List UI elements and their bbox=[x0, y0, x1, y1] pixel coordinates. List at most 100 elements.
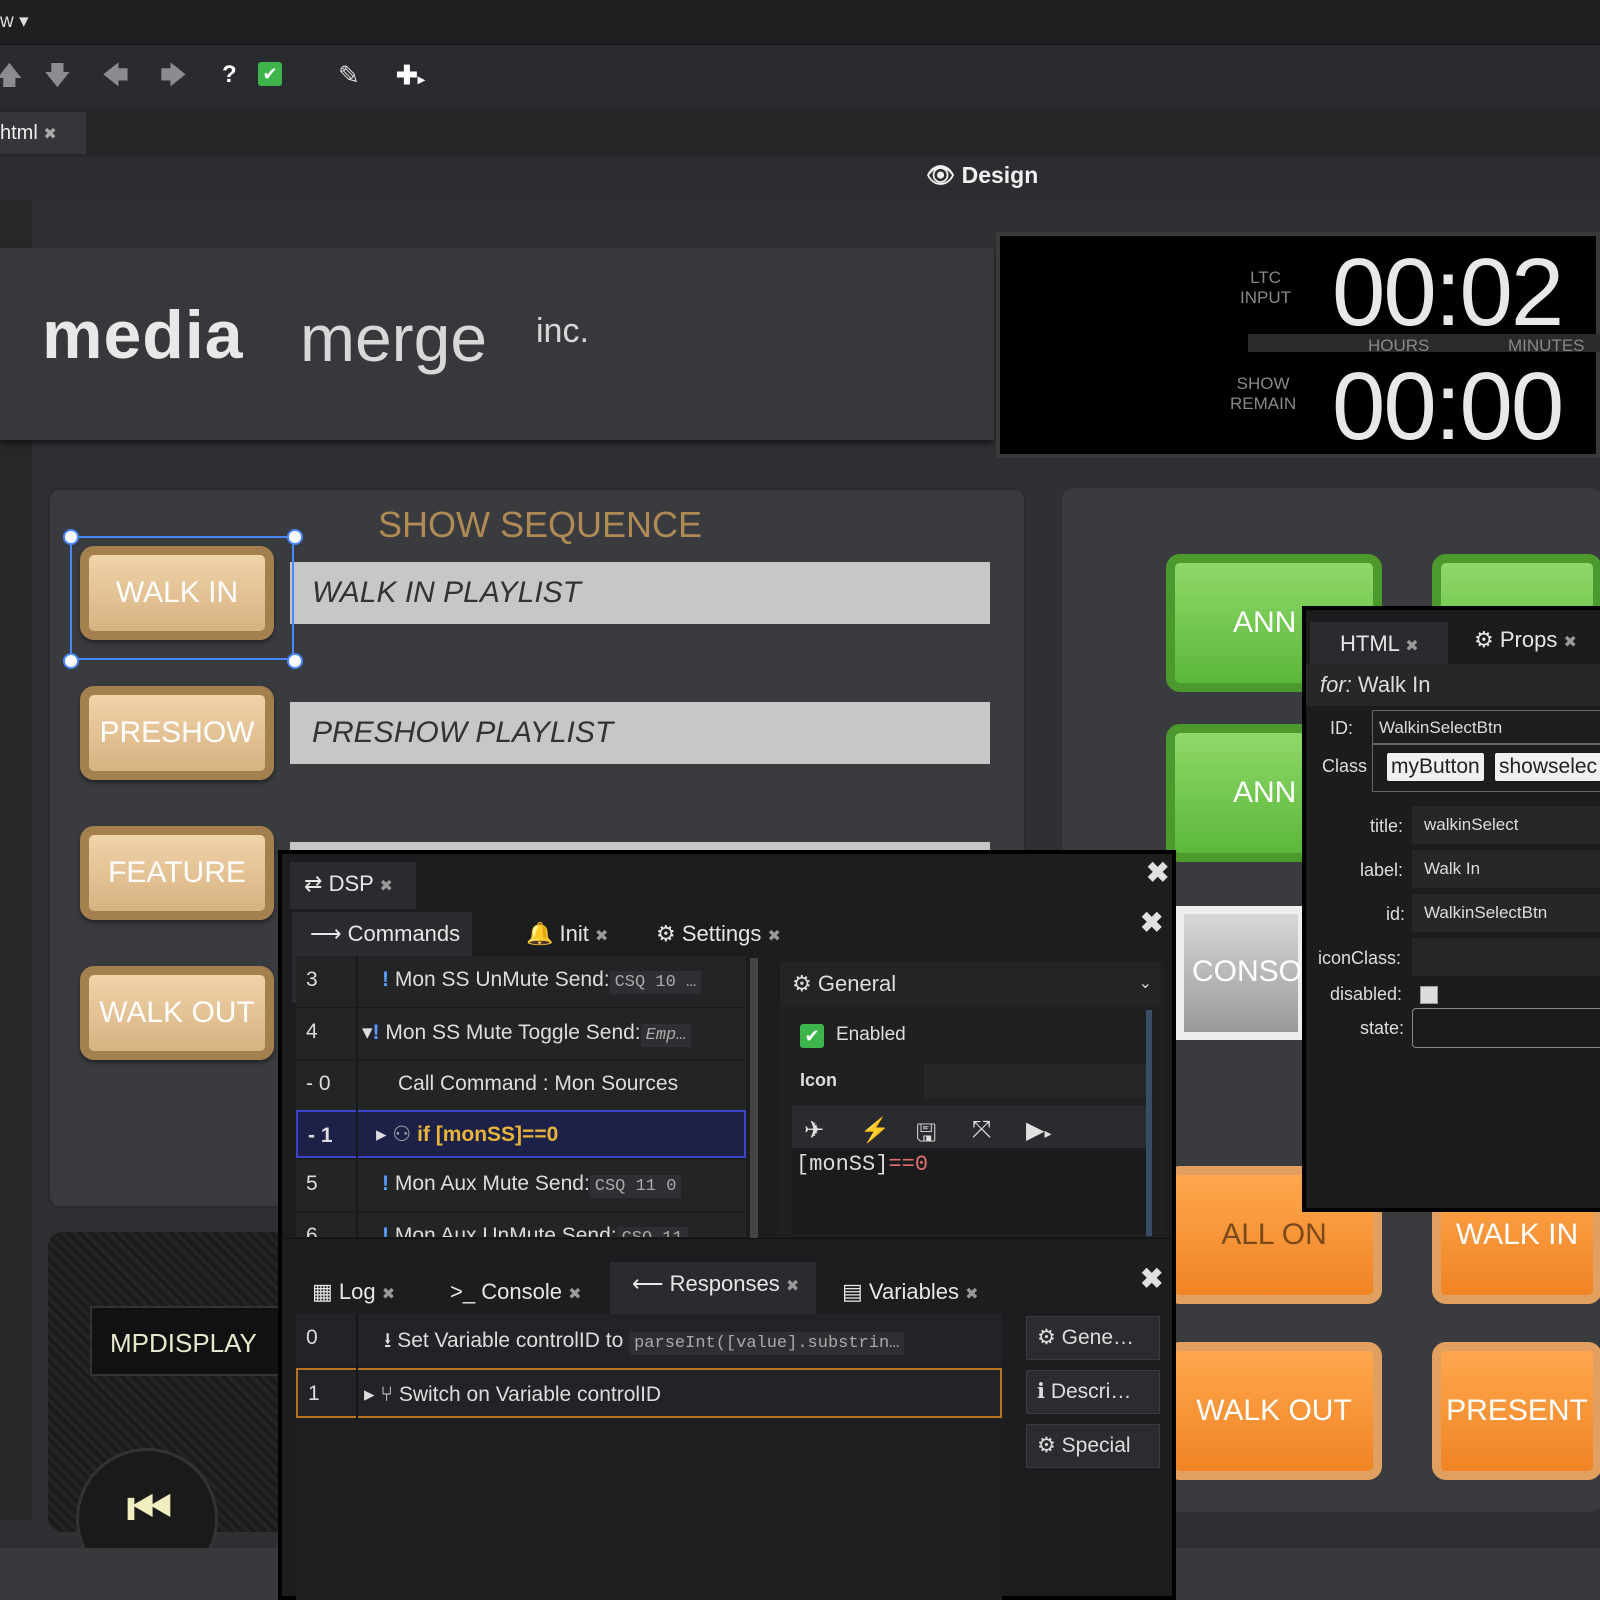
class-label: Class bbox=[1322, 756, 1368, 776]
show-remain-label: SHOW REMAIN bbox=[1230, 374, 1297, 413]
general-section-header[interactable]: ⚙ General ⌄ bbox=[780, 962, 1160, 1006]
plus-icon[interactable]: ✚▸ bbox=[396, 61, 425, 93]
tab-init[interactable]: 🔔 Init ✖ bbox=[526, 912, 608, 959]
expression-editor[interactable]: [monSS]==0 bbox=[792, 1148, 1148, 1234]
expand-icon[interactable]: ⤧ bbox=[972, 1116, 991, 1144]
design-mode-toggle[interactable]: 👁 Design bbox=[926, 162, 1038, 189]
id-prop-field[interactable]: WalkinSelectBtn bbox=[1412, 894, 1600, 932]
feature-button[interactable]: FEATURE bbox=[80, 826, 274, 920]
caret-right-icon[interactable]: ▸ bbox=[376, 1123, 387, 1146]
close-icon[interactable]: ✖ bbox=[380, 878, 393, 895]
arrow-up-icon[interactable]: 🡅 bbox=[0, 61, 23, 89]
gears-icon: ⚙ bbox=[792, 971, 812, 996]
tab-settings[interactable]: ⚙ Settings ✖ bbox=[656, 912, 781, 959]
close-icon[interactable]: ✖ bbox=[1146, 856, 1169, 889]
arrow-left-icon[interactable]: 🡄 bbox=[102, 61, 129, 89]
close-icon[interactable]: ✖ bbox=[1563, 634, 1576, 651]
caret-right-icon[interactable]: ▸ bbox=[364, 1383, 375, 1406]
gears-icon: ⚙ bbox=[1474, 627, 1494, 652]
design-mode-label: Design bbox=[961, 162, 1039, 188]
command-row[interactable]: 4 ▾! Mon SS Mute Toggle Send: Emp… bbox=[296, 1008, 746, 1060]
walk-out-button[interactable]: WALK OUT bbox=[80, 966, 274, 1060]
gears-icon: ⚙ bbox=[1037, 1326, 1056, 1349]
resize-handle[interactable] bbox=[63, 529, 79, 545]
tab-html[interactable]: HTML ✖ bbox=[1310, 622, 1448, 666]
tab-dsp[interactable]: ⇄ DSP ✖ bbox=[290, 862, 416, 909]
hours-label: HOURS bbox=[1368, 336, 1430, 355]
close-icon[interactable]: ✖ bbox=[382, 1286, 395, 1303]
description-section-button[interactable]: ℹ Descri… bbox=[1026, 1370, 1160, 1414]
command-row-selected[interactable]: - 1 ▸ ⚇ if [monSS]==0 bbox=[296, 1110, 746, 1158]
preshow-playlist[interactable]: PRESHOW PLAYLIST bbox=[290, 702, 990, 764]
label-label: label: bbox=[1360, 860, 1404, 880]
present-button[interactable]: PRESENT bbox=[1432, 1342, 1600, 1480]
response-row[interactable]: 0 ⭳ Set Variable controlID to parseInt([… bbox=[296, 1314, 1002, 1366]
close-icon[interactable]: ✖ bbox=[1140, 906, 1163, 939]
resize-handle[interactable] bbox=[287, 653, 303, 669]
pencil-icon[interactable]: ✎ bbox=[338, 61, 360, 89]
file-tab[interactable]: html ✖ bbox=[0, 112, 86, 154]
tab-responses[interactable]: ⟵ Responses ✖ bbox=[610, 1262, 816, 1314]
caret-down-icon[interactable]: ▾ bbox=[362, 1021, 373, 1044]
close-icon[interactable]: ✖ bbox=[595, 928, 608, 945]
command-row[interactable]: 3 ! Mon SS UnMute Send: CSQ 10 … bbox=[296, 956, 746, 1008]
tab-props[interactable]: ⚙ Props ✖ bbox=[1474, 618, 1577, 665]
special-section-button[interactable]: ⚙ Special bbox=[1026, 1424, 1160, 1468]
id-input[interactable]: WalkinSelectBtn bbox=[1372, 710, 1600, 744]
help-icon[interactable]: ? bbox=[222, 61, 237, 89]
close-icon[interactable]: ✖ bbox=[767, 928, 780, 945]
preshow-button[interactable]: PRESHOW bbox=[80, 686, 274, 780]
close-icon[interactable]: ✖ bbox=[1405, 638, 1418, 655]
send-icon[interactable]: ✈ bbox=[804, 1116, 824, 1145]
check-icon[interactable]: ✔ bbox=[258, 62, 282, 86]
iconclass-field[interactable] bbox=[1412, 938, 1600, 976]
skip-back-icon: ⏮ bbox=[127, 1480, 172, 1536]
title-field[interactable]: walkinSelect bbox=[1412, 806, 1600, 844]
command-row[interactable]: - 0 Call Command : Mon Sources bbox=[296, 1060, 746, 1112]
close-icon[interactable]: ✖ bbox=[43, 126, 56, 143]
swap-icon: ⇄ bbox=[304, 871, 323, 896]
label-field[interactable]: Walk In bbox=[1412, 850, 1600, 888]
icon-field[interactable] bbox=[924, 1064, 1148, 1098]
tab-init-label: Init bbox=[559, 921, 589, 946]
view-menu[interactable]: w ▾ bbox=[0, 10, 29, 33]
command-row[interactable]: 5 ! Mon Aux Mute Send: CSQ 11 0 bbox=[296, 1160, 746, 1212]
tab-variables[interactable]: ▤ Variables ✖ bbox=[842, 1270, 979, 1317]
tab-log[interactable]: ▦ Log ✖ bbox=[312, 1270, 395, 1317]
arrow-right-icon[interactable]: 🡆 bbox=[160, 61, 187, 89]
close-icon[interactable]: ✖ bbox=[1140, 1262, 1163, 1295]
resize-handle[interactable] bbox=[287, 529, 303, 545]
disabled-checkbox[interactable] bbox=[1420, 986, 1438, 1004]
resize-handle[interactable] bbox=[63, 653, 79, 669]
close-icon[interactable]: ✖ bbox=[568, 1286, 581, 1303]
class-tag[interactable]: myButton bbox=[1387, 753, 1484, 781]
gears-icon: ⚙ bbox=[656, 921, 676, 946]
menu-bar: w ▾ bbox=[0, 0, 1600, 45]
walk-out-cue-button[interactable]: WALK OUT bbox=[1166, 1342, 1382, 1480]
console-button[interactable]: CONSO bbox=[1176, 906, 1306, 1040]
general-scrollbar[interactable] bbox=[1146, 1010, 1152, 1236]
exclamation-icon: ! bbox=[382, 1172, 395, 1195]
command-row[interactable]: 6 ! Mon Aux UnMute Send:CSQ 11 bbox=[296, 1212, 746, 1238]
class-input[interactable]: myButton showselec bbox=[1372, 744, 1600, 792]
state-label: state: bbox=[1360, 1018, 1405, 1038]
state-input[interactable] bbox=[1412, 1008, 1600, 1048]
general-section-button[interactable]: ⚙ Gene… bbox=[1026, 1316, 1160, 1360]
commands-scrollbar[interactable] bbox=[750, 958, 758, 1238]
download-icon: ⭳ bbox=[384, 1329, 392, 1352]
logo-media-text: media bbox=[42, 297, 244, 373]
id-label: ID: bbox=[1330, 718, 1354, 738]
id-prop-label: id: bbox=[1386, 904, 1406, 924]
feature-playlist[interactable] bbox=[290, 842, 990, 850]
walk-in-playlist[interactable]: WALK IN PLAYLIST bbox=[290, 562, 990, 624]
close-icon[interactable]: ✖ bbox=[786, 1278, 799, 1295]
class-tag[interactable]: showselec bbox=[1495, 753, 1600, 781]
expression-toolbar bbox=[792, 1106, 1148, 1148]
arrow-down-icon[interactable]: 🡇 bbox=[44, 61, 71, 89]
tab-console[interactable]: >_ Console ✖ bbox=[450, 1270, 581, 1317]
play-icon[interactable]: ▶▸ bbox=[1026, 1116, 1052, 1145]
response-row-selected[interactable]: 1 ▸ ⑂ Switch on Variable controlID bbox=[296, 1368, 1002, 1418]
magic-wand-icon[interactable]: ⚡ bbox=[860, 1116, 890, 1145]
close-icon[interactable]: ✖ bbox=[965, 1286, 978, 1303]
enabled-checkbox[interactable]: ✔ bbox=[800, 1024, 824, 1048]
